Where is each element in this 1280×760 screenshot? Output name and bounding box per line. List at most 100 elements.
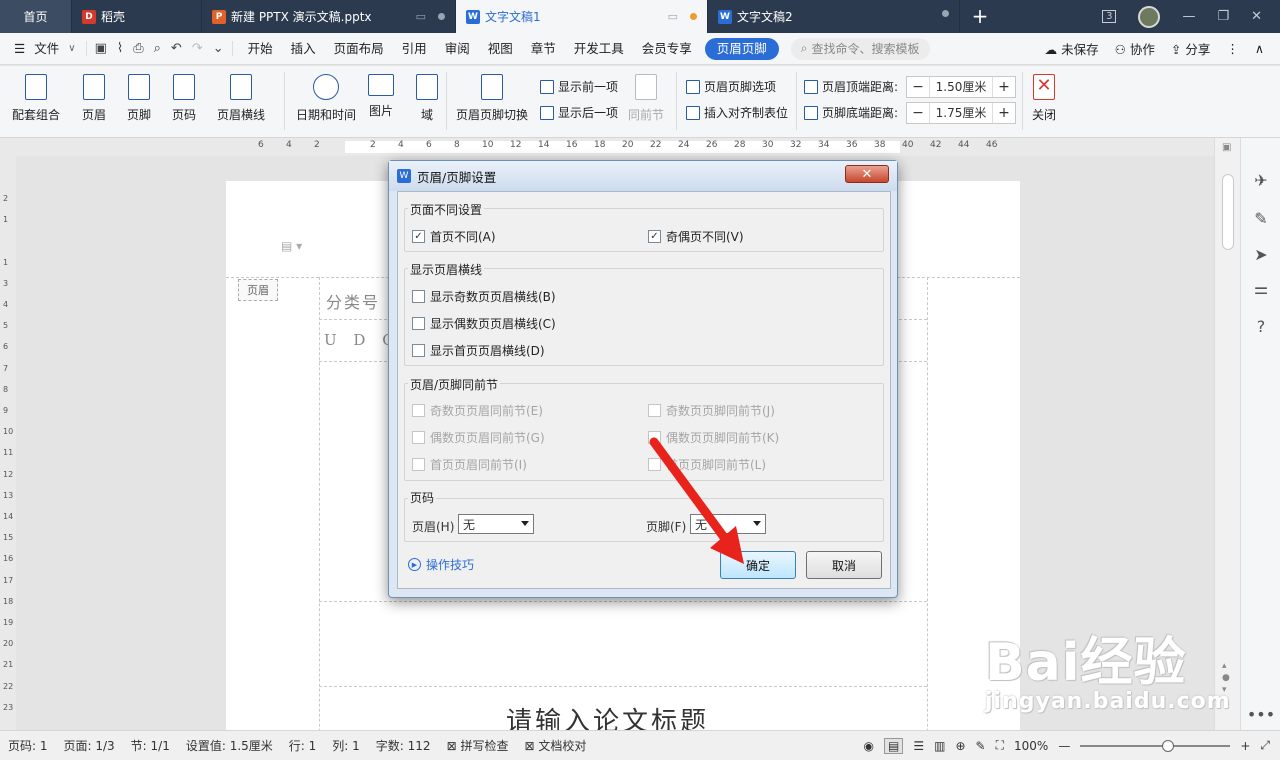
- read-view-icon[interactable]: ▥: [934, 739, 945, 753]
- scrollbar-thumb[interactable]: [1222, 174, 1234, 250]
- decrement-icon[interactable]: −: [907, 103, 929, 123]
- align-tab-button[interactable]: 插入对齐制表位: [686, 104, 788, 121]
- redo-icon[interactable]: ↷: [192, 41, 203, 56]
- switch-header-footer-button[interactable]: 页眉页脚切换: [456, 74, 528, 123]
- menu-item-layout[interactable]: 页面布局: [325, 33, 393, 65]
- spell-check-button[interactable]: ⊠ 拼写检查: [439, 737, 517, 754]
- header-number-select[interactable]: 无: [458, 514, 534, 534]
- minimize-icon[interactable]: —: [1182, 9, 1195, 24]
- status-col[interactable]: 列: 1: [324, 737, 368, 754]
- status-setting[interactable]: 设置值: 1.5厘米: [178, 737, 281, 754]
- collapse-ribbon-icon[interactable]: ∧: [1255, 41, 1264, 56]
- ok-button[interactable]: 确定: [720, 551, 796, 579]
- status-words[interactable]: 字数: 112: [368, 737, 439, 754]
- combo-button[interactable]: 配套组合: [12, 74, 60, 123]
- first-page-diff-checkbox[interactable]: ✓ 首页不同(A): [412, 228, 496, 245]
- increment-icon[interactable]: +: [993, 77, 1015, 97]
- undo-icon[interactable]: ↶: [171, 41, 182, 56]
- status-page[interactable]: 页面: 1/3: [56, 737, 123, 754]
- chevron-down-icon[interactable]: ∨: [68, 43, 75, 54]
- status-row[interactable]: 行: 1: [281, 737, 325, 754]
- close-dot-icon[interactable]: [942, 10, 949, 17]
- cursor-icon[interactable]: ➤: [1251, 244, 1271, 264]
- scroll-top-icon[interactable]: ▣: [1222, 142, 1231, 153]
- horizontal-ruler[interactable]: 6 4 2 2 4 6 8 10 12 14 16 18 20 22 24 26 28 30 32 34 36 38 40 4…: [0, 138, 1214, 156]
- document-title[interactable]: 请输入论文标题: [506, 701, 709, 730]
- close-header-footer-button[interactable]: ✕ 关闭: [1032, 74, 1056, 123]
- footer-button[interactable]: 页脚: [127, 74, 151, 123]
- new-tab-button[interactable]: +: [960, 0, 1000, 33]
- page-view-icon[interactable]: ▤: [884, 737, 904, 754]
- datetime-button[interactable]: 日期和时间: [296, 74, 356, 123]
- more-menu-icon[interactable]: ⋮: [1226, 41, 1239, 56]
- doc-proof-button[interactable]: ⊠ 文档校对: [516, 737, 594, 754]
- cancel-button[interactable]: 取消: [806, 551, 882, 579]
- tab-count-badge[interactable]: 3: [1102, 10, 1117, 23]
- tab-doc2[interactable]: W 文字文稿2: [708, 0, 960, 33]
- picture-button[interactable]: 图片: [368, 74, 394, 119]
- page-number-button[interactable]: 页码: [172, 74, 196, 123]
- footer-number-select[interactable]: 无: [690, 514, 766, 534]
- menu-item-developer[interactable]: 开发工具: [565, 33, 633, 65]
- file-menu[interactable]: 文件: [34, 33, 68, 65]
- status-section[interactable]: 节: 1/1: [123, 737, 178, 754]
- even-footer-same-checkbox[interactable]: 偶数页页脚同前节(K): [648, 429, 779, 446]
- show-next-button[interactable]: 显示后一项: [540, 104, 618, 121]
- hf-options-button[interactable]: 页眉页脚选项: [686, 78, 776, 95]
- odd-header-same-checkbox[interactable]: 奇数页页眉同前节(E): [412, 402, 543, 419]
- top-dist-stepper[interactable]: − 1.50厘米 +: [906, 76, 1016, 98]
- avatar[interactable]: [1138, 5, 1161, 28]
- tab-pptx[interactable]: P 新建 PPTX 演示文稿.pptx ▭: [202, 0, 456, 33]
- status-page-no[interactable]: 页码: 1: [0, 737, 56, 754]
- menu-item-reference[interactable]: 引用: [393, 33, 436, 65]
- menu-item-start[interactable]: 开始: [239, 33, 282, 65]
- menu-item-section[interactable]: 章节: [522, 33, 565, 65]
- top-dist-value[interactable]: 1.50厘米: [929, 77, 993, 97]
- tab-doc1[interactable]: W 文字文稿1 ▭: [456, 0, 708, 33]
- unsaved-button[interactable]: ☁ 未保存: [1045, 39, 1099, 58]
- sliders-icon[interactable]: ⚌: [1251, 278, 1271, 298]
- show-prev-button[interactable]: 显示前一项: [540, 78, 618, 95]
- dialog-close-button[interactable]: ✕: [845, 165, 889, 183]
- tab-daoke[interactable]: D 稻壳: [72, 0, 202, 33]
- show-first-line-checkbox[interactable]: 显示首页页眉横线(D): [412, 342, 545, 359]
- header-doc-icon[interactable]: ▤ ▾: [281, 239, 302, 253]
- tips-link[interactable]: ▶ 操作技巧: [408, 556, 474, 573]
- pen-icon[interactable]: ✎: [1251, 208, 1271, 228]
- menu-item-member[interactable]: 会员专享: [633, 33, 701, 65]
- help-icon[interactable]: ?: [1251, 316, 1271, 336]
- rocket-icon[interactable]: ✈: [1251, 170, 1271, 190]
- zoom-slider[interactable]: [1080, 739, 1231, 752]
- decrement-icon[interactable]: −: [907, 77, 929, 97]
- header-line-button[interactable]: 页眉横线: [217, 74, 265, 123]
- monitor-icon[interactable]: ▭: [668, 10, 678, 23]
- bottom-dist-value[interactable]: 1.75厘米: [929, 103, 993, 123]
- show-even-line-checkbox[interactable]: 显示偶数页页眉横线(C): [412, 315, 556, 332]
- zoom-out-icon[interactable]: —: [1058, 739, 1070, 753]
- share-button[interactable]: ⇪ 分享: [1171, 39, 1210, 58]
- command-search[interactable]: ⌕ 查找命令、搜索模板: [790, 37, 930, 60]
- vertical-ruler[interactable]: 2 1 1 3 4 5 6 7 8 9 10 11 12 13 14 15 16 17 18 19 20 21 22 23: [0, 156, 16, 730]
- menu-item-insert[interactable]: 插入: [282, 33, 325, 65]
- show-odd-line-checkbox[interactable]: 显示奇数页页眉横线(B): [412, 288, 556, 305]
- field-button[interactable]: 域: [416, 74, 438, 123]
- zoom-value[interactable]: 100%: [1014, 739, 1048, 753]
- fit-icon[interactable]: ⛶: [996, 738, 1004, 753]
- first-footer-same-checkbox[interactable]: 首页页脚同前节(L): [648, 456, 766, 473]
- zoom-in-icon[interactable]: +: [1240, 739, 1250, 753]
- close-icon[interactable]: ✕: [1251, 9, 1262, 24]
- unsaved-dot-icon[interactable]: [690, 13, 697, 20]
- first-header-same-checkbox[interactable]: 首页页眉同前节(I): [412, 456, 527, 473]
- zoom-slider-knob[interactable]: [1162, 739, 1175, 752]
- restore-icon[interactable]: ❐: [1217, 9, 1229, 24]
- print-icon[interactable]: ⎙: [133, 41, 143, 56]
- odd-even-diff-checkbox[interactable]: ✓ 奇偶页不同(V): [648, 228, 744, 245]
- close-dot-icon[interactable]: [438, 13, 445, 20]
- hamburger-icon[interactable]: ☰: [0, 33, 34, 65]
- menu-item-header-footer[interactable]: 页眉页脚: [704, 37, 779, 60]
- class-number-text[interactable]: 分类号: [326, 289, 380, 313]
- header-button[interactable]: 页眉: [82, 74, 106, 123]
- format-painter-icon[interactable]: ⌇: [117, 41, 123, 56]
- monitor-icon[interactable]: ▭: [416, 10, 426, 23]
- increment-icon[interactable]: +: [993, 103, 1015, 123]
